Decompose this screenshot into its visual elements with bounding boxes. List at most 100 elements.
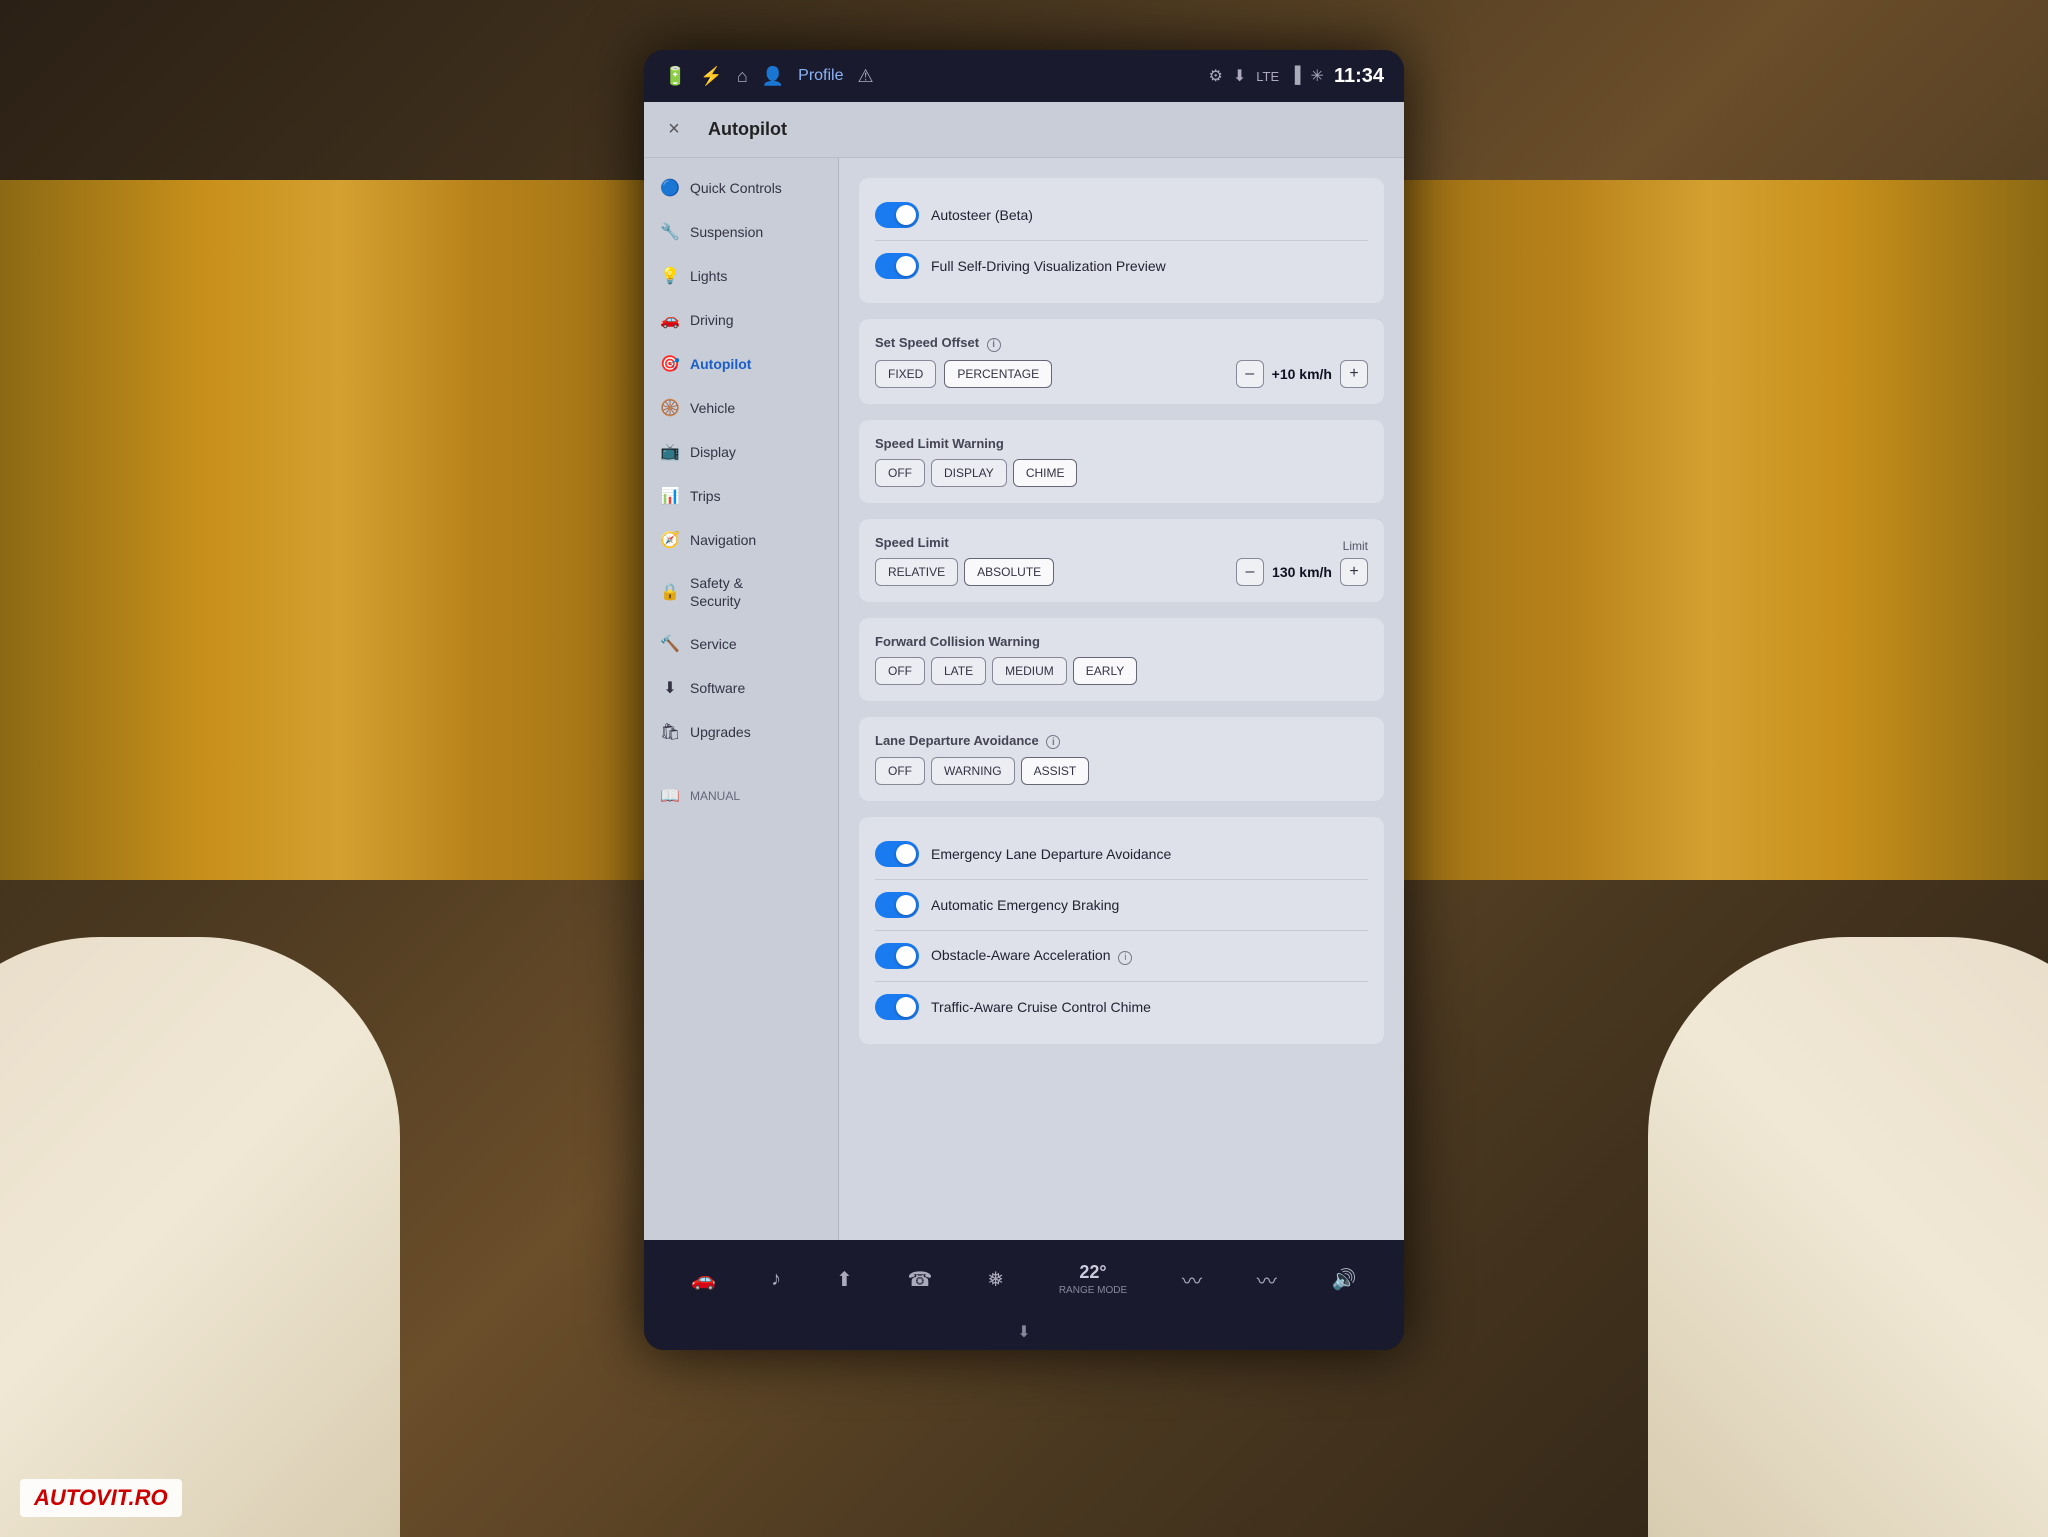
service-icon: 🔨 [660,634,680,654]
oaa-info-icon[interactable]: i [1118,951,1132,965]
bottom-car-icon[interactable]: 🚗 [691,1267,716,1292]
close-button[interactable]: × [660,116,688,144]
speed-offset-decrease[interactable]: – [1236,360,1264,388]
sidebar-item-trips[interactable]: 📊 Trips [644,474,838,518]
speed-limit-increase[interactable]: + [1340,558,1368,586]
speed-limit-stepper: – 130 km/h + [1236,558,1368,586]
lda-warning-button[interactable]: WARNING [931,757,1015,785]
speed-offset-stepper: – +10 km/h + [1236,360,1368,388]
sidebar-label-trips: Trips [690,488,721,504]
content-area: 🔵 Quick Controls 🔧 Suspension 💡 Lights 🚗… [644,158,1404,1240]
lda-section: Lane Departure Avoidance i OFF WARNING A… [859,717,1384,802]
speed-limit-value: 130 km/h [1272,564,1332,580]
bottom-volume-icon[interactable]: 🔊 [1332,1267,1357,1292]
autosteer-label: Autosteer (Beta) [931,207,1033,223]
status-left: 🔋 ⚡ ⌂ 👤 Profile ⚠ [664,66,874,87]
suspension-icon: 🔧 [660,222,680,242]
sidebar-item-autopilot[interactable]: 🎯 Autopilot [644,342,838,386]
speed-offset-controls: FIXED PERCENTAGE – +10 km/h + [875,360,1368,388]
sidebar-item-vehicle[interactable]: 🛞 Vehicle [644,386,838,430]
divider [875,240,1368,241]
speed-limit-decrease[interactable]: – [1236,558,1264,586]
divider4 [875,981,1368,982]
fsd-toggle[interactable] [875,253,919,279]
elda-label: Emergency Lane Departure Avoidance [931,846,1171,862]
sidebar-label-display: Display [690,444,736,460]
sidebar-label-upgrades: Upgrades [690,724,751,740]
speed-offset-increase[interactable]: + [1340,360,1368,388]
sidebar-item-suspension[interactable]: 🔧 Suspension [644,210,838,254]
relative-button[interactable]: RELATIVE [875,558,958,586]
sidebar-item-quick-controls[interactable]: 🔵 Quick Controls [644,166,838,210]
sidebar-label-suspension: Suspension [690,224,763,240]
aeb-toggle[interactable] [875,892,919,918]
speed-offset-title: Set Speed Offset i [875,335,1368,352]
lda-off-button[interactable]: OFF [875,757,925,785]
autopilot-toggles-section: Autosteer (Beta) Full Self-Driving Visua… [859,178,1384,303]
fcw-controls: OFF LATE MEDIUM EARLY [875,657,1368,685]
climate-temp: 22° [1079,1262,1106,1283]
sidebar-item-display[interactable]: 📺 Display [644,430,838,474]
lda-assist-button[interactable]: ASSIST [1021,757,1090,785]
autosteer-toggle[interactable] [875,202,919,228]
bottom-scroll-icon[interactable]: ⬆ [836,1267,853,1292]
fcw-late-button[interactable]: LATE [931,657,986,685]
speed-limit-warning-title: Speed Limit Warning [875,436,1368,451]
sidebar: 🔵 Quick Controls 🔧 Suspension 💡 Lights 🚗… [644,158,839,1240]
bottom-phone-icon[interactable]: ☎ [908,1267,933,1292]
upgrades-icon: 🛍 [660,722,680,742]
speed-offset-info-icon[interactable]: i [987,338,1001,352]
signal-icon: ▐ [1289,67,1300,85]
speed-limit-section: Speed Limit Limit RELATIVE ABSOLUTE – 13… [859,519,1384,602]
divider3 [875,930,1368,931]
sidebar-item-upgrades[interactable]: 🛍 Upgrades [644,710,838,754]
lda-info-icon[interactable]: i [1046,735,1060,749]
slw-chime-button[interactable]: CHIME [1013,459,1078,487]
sidebar-item-navigation[interactable]: 🧭 Navigation [644,518,838,562]
slw-off-button[interactable]: OFF [875,459,925,487]
divider2 [875,879,1368,880]
profile-icon: 👤 [762,66,784,87]
sidebar-label-driving: Driving [690,312,734,328]
fcw-early-button[interactable]: EARLY [1073,657,1137,685]
speed-limit-controls: RELATIVE ABSOLUTE – 130 km/h + [875,558,1368,586]
trips-icon: 📊 [660,486,680,506]
sidebar-label-vehicle: Vehicle [690,400,735,416]
sidebar-item-lights[interactable]: 💡 Lights [644,254,838,298]
speed-limit-warning-controls: OFF DISPLAY CHIME [875,459,1368,487]
sidebar-item-software[interactable]: ⬇ Software [644,666,838,710]
bottom-wiper-icon[interactable]: 〰 [1182,1265,1202,1294]
sidebar-label-navigation: Navigation [690,532,756,548]
sidebar-item-service[interactable]: 🔨 Service [644,622,838,666]
seat-right [1648,937,2048,1537]
display-icon: 📺 [660,442,680,462]
fixed-button[interactable]: FIXED [875,360,936,388]
bottom-music-icon[interactable]: ♪ [771,1268,781,1291]
aeb-row: Automatic Emergency Braking [875,884,1368,926]
elda-toggle[interactable] [875,841,919,867]
fcw-medium-button[interactable]: MEDIUM [992,657,1067,685]
tacc-toggle[interactable] [875,994,919,1020]
manual-button[interactable]: 📖 MANUAL [644,774,838,818]
percentage-button[interactable]: PERCENTAGE [944,360,1052,388]
oaa-toggle[interactable] [875,943,919,969]
bottom-defrost-icon[interactable]: 〰 [1257,1265,1277,1294]
slw-display-button[interactable]: DISPLAY [931,459,1007,487]
car-interior: 🔋 ⚡ ⌂ 👤 Profile ⚠ ⚙ ⬇ LTE ▐ ✳ 11:34 × Au… [0,0,2048,1537]
climate-control[interactable]: 22° RANGE MODE [1059,1262,1127,1296]
sidebar-item-safety[interactable]: 🔒 Safety &Security [644,562,838,622]
home-icon: ⌂ [737,66,748,87]
sidebar-item-driving[interactable]: 🚗 Driving [644,298,838,342]
brand-badge: AUTOVIT.RO [20,1479,182,1517]
music-icon: ♪ [771,1268,781,1291]
sidebar-label-lights: Lights [690,268,727,284]
tacc-row: Traffic-Aware Cruise Control Chime [875,986,1368,1028]
manual-label: MANUAL [690,789,740,803]
wood-panel-right [1368,180,2048,880]
fcw-off-button[interactable]: OFF [875,657,925,685]
absolute-button[interactable]: ABSOLUTE [964,558,1054,586]
scroll-down-icon[interactable]: ⬇ [1017,1322,1030,1342]
status-bar: 🔋 ⚡ ⌂ 👤 Profile ⚠ ⚙ ⬇ LTE ▐ ✳ 11:34 [644,50,1404,102]
profile-label: Profile [798,67,843,85]
bottom-fan-icon[interactable]: ❅ [987,1267,1004,1292]
